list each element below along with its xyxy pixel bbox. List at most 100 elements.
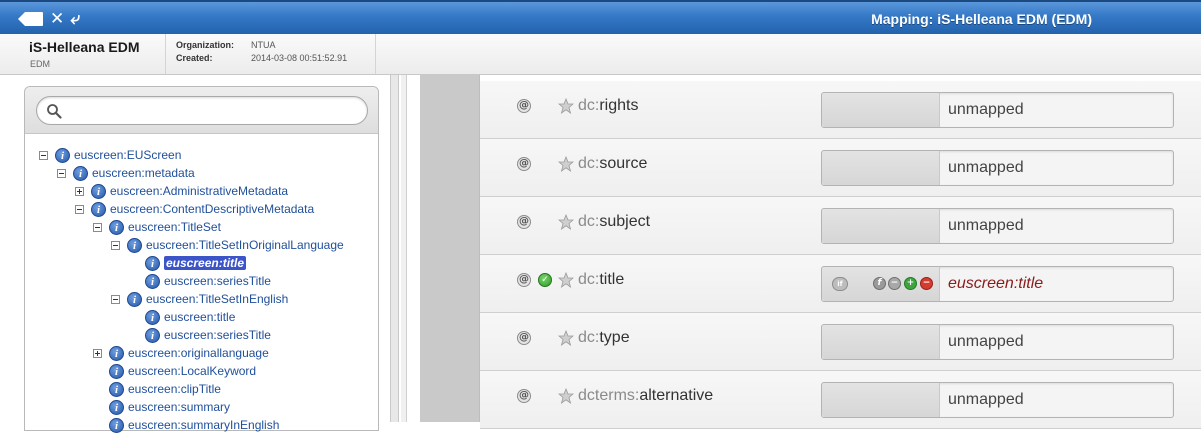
mapping-drop-target[interactable]: unmapped <box>821 324 1174 360</box>
info-icon[interactable]: i <box>145 309 160 325</box>
tree-node[interactable]: i euscreen:AdministrativeMetadata <box>75 182 288 200</box>
organization-value: NTUA <box>251 40 276 50</box>
search-field[interactable] <box>36 96 368 125</box>
panel-splitter[interactable] <box>390 75 399 422</box>
function-icon[interactable]: f <box>873 277 886 290</box>
tree-node[interactable]: i euscreen:seriesTitle <box>129 272 271 290</box>
collapse-icon[interactable] <box>111 240 120 250</box>
namespace-prefix: dc: <box>578 213 600 230</box>
tree-node-label[interactable]: euscreen:summaryInEnglish <box>128 418 279 432</box>
mapping-controls <box>822 325 940 359</box>
collapse-icon[interactable] <box>93 222 102 232</box>
star-icon[interactable] <box>557 97 575 114</box>
condition-icon[interactable]: if <box>832 277 848 291</box>
mapping-controls: if f − + − <box>822 267 940 301</box>
namespace-prefix: dc: <box>578 155 600 172</box>
tree-node[interactable]: i euscreen:summary <box>93 398 230 416</box>
field-name: subject <box>599 213 651 230</box>
info-icon[interactable]: i <box>109 345 124 361</box>
info-icon[interactable]: i <box>109 417 124 433</box>
collapse-icon[interactable] <box>75 204 84 214</box>
back-arrow-icon[interactable] <box>16 11 44 27</box>
info-icon[interactable]: i <box>109 399 124 415</box>
tree-node[interactable]: i euscreen:TitleSet <box>93 218 221 236</box>
tree-node-label[interactable]: euscreen:seriesTitle <box>164 328 271 342</box>
target-field-name: dcterms:alternative <box>578 387 713 405</box>
tree-node-label[interactable]: euscreen:title <box>164 256 247 270</box>
tree-node[interactable]: i euscreen:title <box>129 254 247 272</box>
tree-node-label[interactable]: euscreen:seriesTitle <box>164 274 271 288</box>
undo-icon[interactable]: ⤶ <box>70 10 80 28</box>
tree-node[interactable]: i euscreen:EUScreen <box>39 146 181 164</box>
attribute-icon[interactable]: @ <box>517 215 531 229</box>
tree-node-label[interactable]: euscreen:originallanguage <box>128 346 269 360</box>
star-icon[interactable] <box>557 213 575 230</box>
tree-node-label[interactable]: euscreen:clipTitle <box>128 382 221 396</box>
collapse-icon[interactable] <box>111 294 120 304</box>
leaf-spacer <box>93 403 102 412</box>
collapse-icon[interactable] <box>39 150 48 160</box>
field-name: title <box>599 271 625 288</box>
expand-icon[interactable] <box>75 186 84 196</box>
info-icon[interactable]: i <box>127 291 142 307</box>
attribute-icon[interactable]: @ <box>517 273 531 287</box>
info-icon[interactable]: i <box>55 147 70 163</box>
tree-node[interactable]: i euscreen:TitleSetInEnglish <box>111 290 288 308</box>
remove-function-icon[interactable]: − <box>888 277 901 290</box>
info-icon[interactable]: i <box>145 255 160 271</box>
star-icon[interactable] <box>557 271 575 288</box>
created-value: 2014-03-08 00:51:52.91 <box>251 53 348 63</box>
info-icon[interactable]: i <box>91 201 106 217</box>
mapping-drop-target[interactable]: unmapped <box>821 382 1174 418</box>
window-controls: ✕ ⤶ <box>16 9 80 29</box>
tree-node[interactable]: i euscreen:ContentDescriptiveMetadata <box>75 200 314 218</box>
add-mapping-icon[interactable]: + <box>904 277 917 290</box>
info-icon[interactable]: i <box>127 237 142 253</box>
tree-node-label[interactable]: euscreen:AdministrativeMetadata <box>110 184 288 198</box>
close-icon[interactable]: ✕ <box>50 10 64 28</box>
info-icon[interactable]: i <box>145 327 160 343</box>
tree-node-label[interactable]: euscreen:summary <box>128 400 230 414</box>
panel-scrollbar[interactable] <box>401 75 407 422</box>
mapping-drop-target[interactable]: unmapped <box>821 208 1174 244</box>
mapping-drop-target[interactable]: unmapped <box>821 150 1174 186</box>
tree-node[interactable]: i euscreen:seriesTitle <box>129 326 271 344</box>
collapse-icon[interactable] <box>57 168 66 178</box>
tree-node-label[interactable]: euscreen:TitleSetInOriginalLanguage <box>146 238 344 252</box>
tree-node-label[interactable]: euscreen:metadata <box>92 166 195 180</box>
mapping-drop-target[interactable]: unmapped <box>821 92 1174 128</box>
expand-icon[interactable] <box>93 348 102 358</box>
target-mapping-panel: @ dc:rights unmapped @ dc:source unmapped @ dc:… <box>420 75 1201 429</box>
check-icon: ✓ <box>538 273 552 287</box>
attribute-icon[interactable]: @ <box>517 157 531 171</box>
tree-node[interactable]: i euscreen:clipTitle <box>93 380 221 398</box>
remove-mapping-icon[interactable]: − <box>920 277 933 290</box>
info-icon[interactable]: i <box>73 165 88 181</box>
mapping-drop-target[interactable]: if f − + − euscreen:title <box>821 266 1174 302</box>
attribute-icon[interactable]: @ <box>517 99 531 113</box>
attribute-icon[interactable]: @ <box>517 331 531 345</box>
info-icon[interactable]: i <box>145 273 160 289</box>
tree-node[interactable]: i euscreen:metadata <box>57 164 195 182</box>
search-input[interactable] <box>67 101 357 121</box>
tree-node-label[interactable]: euscreen:title <box>164 310 235 324</box>
tree-node[interactable]: i euscreen:originallanguage <box>93 344 269 362</box>
tree-node[interactable]: i euscreen:LocalKeyword <box>93 362 256 380</box>
info-icon[interactable]: i <box>91 183 106 199</box>
tree-node-label[interactable]: euscreen:ContentDescriptiveMetadata <box>110 202 314 216</box>
info-icon[interactable]: i <box>109 381 124 397</box>
tree-node-label[interactable]: euscreen:EUScreen <box>74 148 181 162</box>
tree-node-label[interactable]: euscreen:LocalKeyword <box>128 364 256 378</box>
tree-node-label[interactable]: euscreen:TitleSetInEnglish <box>146 292 288 306</box>
tree-node[interactable]: i euscreen:title <box>129 308 235 326</box>
tree-node-label[interactable]: euscreen:TitleSet <box>128 220 221 234</box>
tree-node[interactable]: i euscreen:TitleSetInOriginalLanguage <box>111 236 344 254</box>
star-icon[interactable] <box>557 329 575 346</box>
tree-node[interactable]: i euscreen:summaryInEnglish <box>93 416 279 434</box>
star-icon[interactable] <box>557 387 575 404</box>
info-icon[interactable]: i <box>109 363 124 379</box>
info-icon[interactable]: i <box>109 219 124 235</box>
attribute-icon[interactable]: @ <box>517 389 531 403</box>
mapping-row: @ dc:type unmapped <box>480 313 1201 371</box>
star-icon[interactable] <box>557 155 575 172</box>
